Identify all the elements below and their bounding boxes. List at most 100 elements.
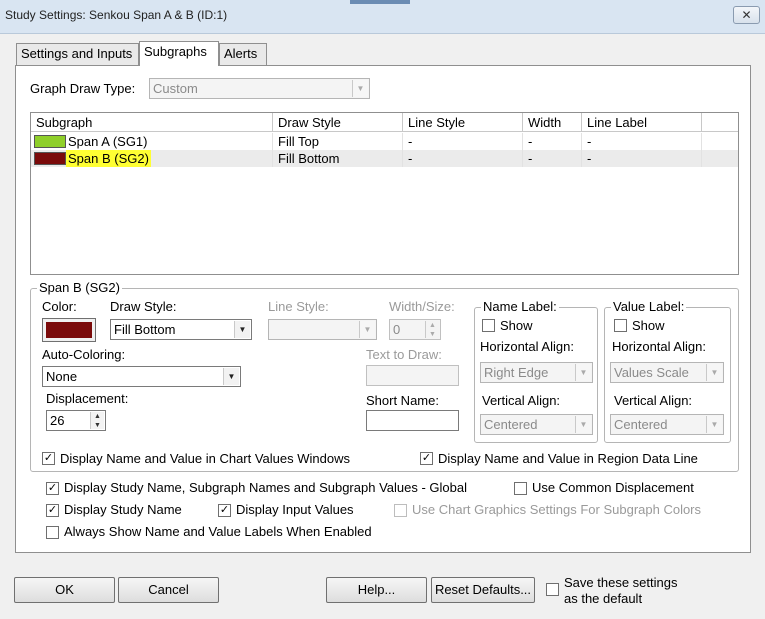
window-title: Study Settings: Senkou Span A & B (ID:1) xyxy=(5,8,228,22)
value-label-show-checkbox[interactable] xyxy=(614,319,627,332)
column-header-draw-style[interactable]: Draw Style xyxy=(273,113,403,132)
name-h-align-value: Right Edge xyxy=(484,365,549,380)
value-h-align-value: Values Scale xyxy=(614,365,689,380)
close-button[interactable]: ✕ xyxy=(733,6,760,24)
line-style-select[interactable]: ▼ xyxy=(268,319,377,340)
check-icon: ✓ xyxy=(43,452,54,464)
tab-label: Alerts xyxy=(224,46,258,61)
value-v-align-label: Vertical Align: xyxy=(614,393,693,408)
graph-draw-type-label: Graph Draw Type: xyxy=(30,81,136,96)
draw-style-value: Fill Bottom xyxy=(114,322,176,337)
tab-alerts[interactable]: Alerts xyxy=(219,43,267,65)
ok-button[interactable]: OK xyxy=(14,577,115,603)
background-chart-strip xyxy=(350,0,410,4)
column-header-width[interactable]: Width xyxy=(523,113,582,132)
graph-draw-type-value: Custom xyxy=(153,81,198,96)
chart-values-checkbox[interactable]: ✓ xyxy=(42,452,55,465)
name-v-align-select[interactable]: Centered ▼ xyxy=(480,414,593,435)
tab-subgraphs[interactable]: Subgraphs xyxy=(139,41,219,66)
subgraph-cell: Span B (SG2) xyxy=(31,150,273,167)
width-size-stepper[interactable]: 0 ▲ ▼ xyxy=(389,319,441,340)
color-button[interactable] xyxy=(42,318,96,342)
auto-coloring-value: None xyxy=(46,369,78,384)
study-name-label: Display Study Name xyxy=(64,502,182,517)
name-v-align-label: Vertical Align: xyxy=(482,393,561,408)
cancel-button[interactable]: Cancel xyxy=(118,577,219,603)
check-icon: ✓ xyxy=(219,504,230,516)
subgraph-name: Span A (SG1) xyxy=(68,134,148,149)
common-displacement-label: Use Common Displacement xyxy=(532,480,694,495)
column-header-subgraph[interactable]: Subgraph xyxy=(31,113,273,132)
spinner-icon[interactable]: ▲ ▼ xyxy=(425,321,439,338)
value-h-align-label: Horizontal Align: xyxy=(612,339,706,354)
chevron-down-icon: ▼ xyxy=(352,80,368,97)
global-display-checkbox[interactable]: ✓ xyxy=(46,482,59,495)
chevron-down-icon: ▼ xyxy=(234,321,250,338)
subgraph-name: Span B (SG2) xyxy=(66,150,151,167)
input-values-checkbox[interactable]: ✓ xyxy=(218,504,231,517)
save-default-label-line1: Save these settings xyxy=(564,575,678,590)
save-default-label-line2: as the default xyxy=(564,591,643,606)
width-cell: - xyxy=(523,133,582,150)
value-label-title: Value Label: xyxy=(611,299,687,314)
name-v-align-value: Centered xyxy=(484,417,538,432)
short-name-input[interactable] xyxy=(366,410,459,431)
color-swatch xyxy=(34,135,66,148)
tab-label: Subgraphs xyxy=(144,44,207,59)
global-display-label: Display Study Name, Subgraph Names and S… xyxy=(64,480,467,495)
up-icon: ▲ xyxy=(429,322,436,329)
table-row[interactable]: Span A (SG1) Fill Top - - - xyxy=(31,133,738,150)
draw-style-cell: Fill Top xyxy=(273,133,403,150)
name-label-show-label: Show xyxy=(500,318,533,333)
short-name-label: Short Name: xyxy=(366,393,439,408)
study-name-checkbox[interactable]: ✓ xyxy=(46,504,59,517)
draw-style-cell: Fill Bottom xyxy=(273,150,403,167)
tab-settings-and-inputs[interactable]: Settings and Inputs xyxy=(16,43,139,65)
spinner-icon[interactable]: ▲ ▼ xyxy=(90,412,104,429)
width-cell: - xyxy=(523,150,582,167)
line-label-cell: - xyxy=(582,133,702,150)
table-row-selected[interactable]: Span B (SG2) Fill Bottom - - - xyxy=(31,150,738,167)
input-values-label: Display Input Values xyxy=(236,502,354,517)
width-size-value: 0 xyxy=(393,322,401,337)
name-label-title: Name Label: xyxy=(481,299,559,314)
text-to-draw-label: Text to Draw: xyxy=(366,347,442,362)
help-button[interactable]: Help... xyxy=(326,577,427,603)
column-header-line-style[interactable]: Line Style xyxy=(403,113,523,132)
chevron-down-icon: ▼ xyxy=(223,368,239,385)
check-icon: ✓ xyxy=(47,504,58,516)
chart-values-label: Display Name and Value in Chart Values W… xyxy=(60,451,350,466)
down-icon: ▼ xyxy=(94,422,101,429)
name-label-show-checkbox[interactable] xyxy=(482,319,495,332)
chart-graphics-checkbox[interactable] xyxy=(394,504,407,517)
column-header-line-label[interactable]: Line Label xyxy=(582,113,702,132)
auto-coloring-select[interactable]: None ▼ xyxy=(42,366,241,387)
color-label: Color: xyxy=(42,299,77,314)
subgraph-table: Subgraph Draw Style Line Style Width Lin… xyxy=(30,112,739,275)
value-v-align-select[interactable]: Centered ▼ xyxy=(610,414,724,435)
region-data-label: Display Name and Value in Region Data Li… xyxy=(438,451,698,466)
auto-coloring-label: Auto-Coloring: xyxy=(42,347,126,362)
chevron-down-icon: ▼ xyxy=(706,364,722,381)
check-icon: ✓ xyxy=(47,482,58,494)
common-displacement-checkbox[interactable] xyxy=(514,482,527,495)
displacement-value: 26 xyxy=(50,413,65,428)
chart-graphics-label: Use Chart Graphics Settings For Subgraph… xyxy=(412,502,702,517)
line-style-cell: - xyxy=(403,133,523,150)
value-label-show-label: Show xyxy=(632,318,665,333)
displacement-stepper[interactable]: 26 ▲ ▼ xyxy=(46,410,106,431)
always-show-checkbox[interactable] xyxy=(46,526,59,539)
color-swatch xyxy=(46,322,92,338)
save-default-checkbox[interactable] xyxy=(546,583,559,596)
line-style-cell: - xyxy=(403,150,523,167)
graph-draw-type-select[interactable]: Custom ▼ xyxy=(149,78,370,99)
value-h-align-select[interactable]: Values Scale ▼ xyxy=(610,362,724,383)
text-to-draw-input[interactable] xyxy=(366,365,459,386)
reset-defaults-button[interactable]: Reset Defaults... xyxy=(431,577,535,603)
region-data-checkbox[interactable]: ✓ xyxy=(420,452,433,465)
name-h-align-select[interactable]: Right Edge ▼ xyxy=(480,362,593,383)
displacement-label: Displacement: xyxy=(46,391,129,406)
down-icon: ▼ xyxy=(429,331,436,338)
draw-style-select[interactable]: Fill Bottom ▼ xyxy=(110,319,252,340)
name-h-align-label: Horizontal Align: xyxy=(480,339,574,354)
